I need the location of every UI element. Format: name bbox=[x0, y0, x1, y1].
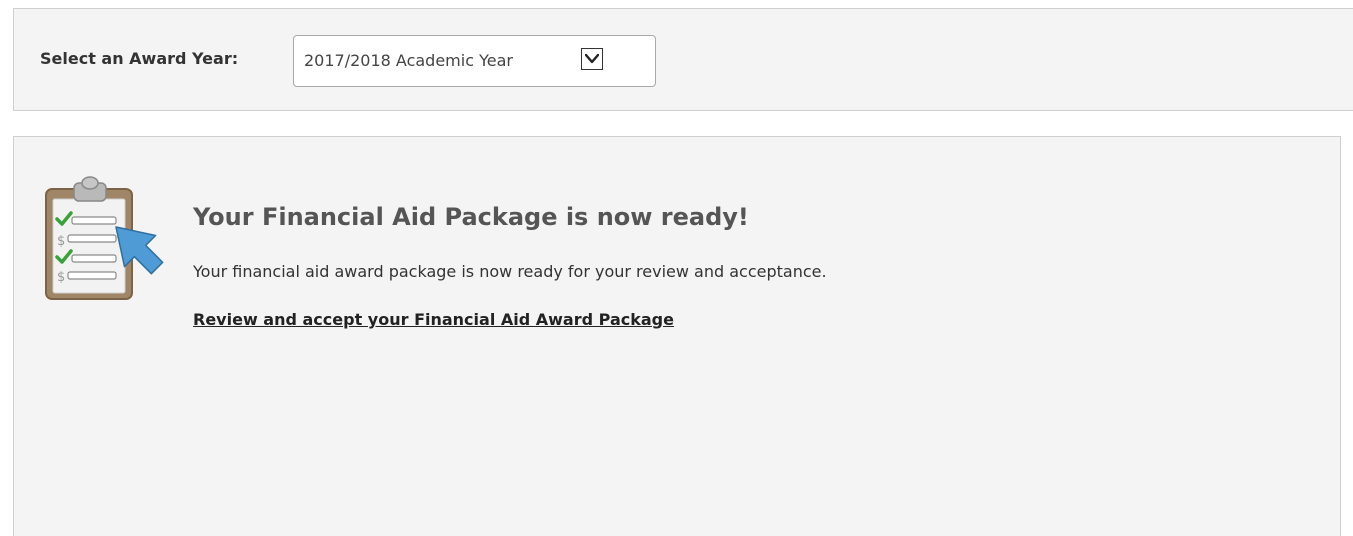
chevron-down-icon[interactable] bbox=[581, 48, 603, 70]
svg-text:$: $ bbox=[57, 270, 65, 285]
financial-aid-package-panel: $ $ Your Financial Aid Package is now re… bbox=[13, 136, 1341, 536]
review-accept-package-link[interactable]: Review and accept your Financial Aid Awa… bbox=[193, 310, 674, 329]
clipboard-checklist-icon: $ $ bbox=[44, 175, 166, 301]
package-title: Your Financial Aid Package is now ready! bbox=[193, 203, 749, 231]
award-year-select[interactable]: 2017/2018 Academic Year bbox=[293, 35, 656, 87]
award-year-selected-value: 2017/2018 Academic Year bbox=[304, 51, 513, 70]
package-message: Your financial aid award package is now … bbox=[193, 262, 827, 281]
svg-text:$: $ bbox=[57, 234, 65, 249]
award-year-label: Select an Award Year: bbox=[40, 49, 239, 68]
award-year-panel: Select an Award Year: 2017/2018 Academic… bbox=[13, 8, 1353, 111]
